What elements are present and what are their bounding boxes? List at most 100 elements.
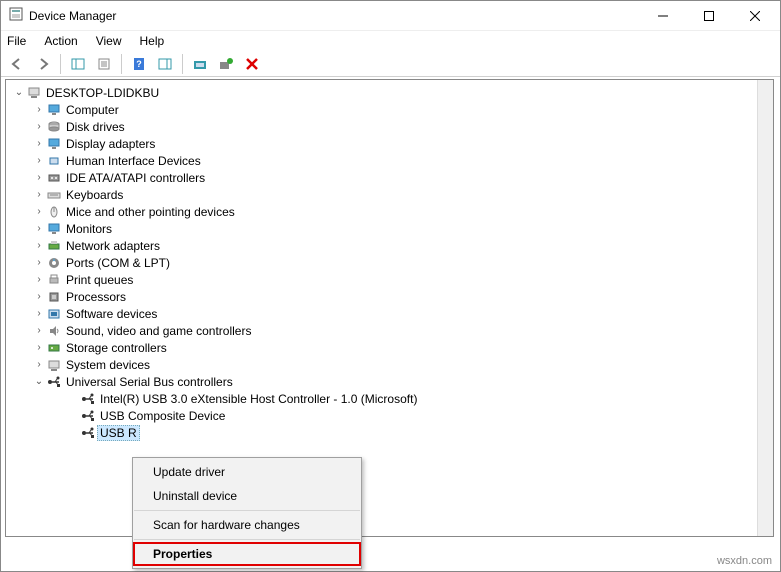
separator <box>134 539 360 540</box>
device-label: USB R <box>97 425 140 441</box>
category-label: Universal Serial Bus controllers <box>66 375 233 389</box>
category-label: System devices <box>66 358 150 372</box>
expander-icon[interactable]: › <box>32 172 46 183</box>
menu-action[interactable]: Action <box>44 34 77 48</box>
tree-category[interactable]: › Sound, video and game controllers <box>8 322 771 339</box>
context-properties[interactable]: Properties <box>133 542 361 566</box>
expander-icon[interactable]: ⌄ <box>12 87 26 98</box>
expander-icon[interactable]: › <box>32 240 46 251</box>
expander-icon[interactable]: › <box>32 223 46 234</box>
device-icon <box>46 340 62 356</box>
tree-category[interactable]: › Storage controllers <box>8 339 771 356</box>
expander-icon[interactable]: › <box>32 155 46 166</box>
separator <box>182 54 183 74</box>
tree-category[interactable]: › Mice and other pointing devices <box>8 203 771 220</box>
menu-view[interactable]: View <box>96 34 122 48</box>
tree-category[interactable]: › Disk drives <box>8 118 771 135</box>
window-title: Device Manager <box>29 9 116 23</box>
maximize-button[interactable] <box>686 1 732 31</box>
device-icon <box>46 289 62 305</box>
add-legacy-button[interactable] <box>214 53 238 75</box>
close-button[interactable] <box>732 1 778 31</box>
context-menu: Update driver Uninstall device Scan for … <box>132 457 362 569</box>
category-label: Disk drives <box>66 120 125 134</box>
tree-category[interactable]: › Print queues <box>8 271 771 288</box>
root-label: DESKTOP-LDIDKBU <box>46 86 159 100</box>
tree-category[interactable]: › IDE ATA/ATAPI controllers <box>8 169 771 186</box>
tree-device[interactable]: Intel(R) USB 3.0 eXtensible Host Control… <box>8 390 771 407</box>
action-pane-button[interactable] <box>153 53 177 75</box>
category-label: Human Interface Devices <box>66 154 201 168</box>
device-icon <box>46 204 62 220</box>
category-label: Print queues <box>66 273 133 287</box>
expander-icon[interactable]: › <box>32 121 46 132</box>
tree-device[interactable]: USB R <box>8 424 771 441</box>
category-label: Ports (COM & LPT) <box>66 256 170 270</box>
tree-category[interactable]: › Monitors <box>8 220 771 237</box>
context-update-driver[interactable]: Update driver <box>133 460 361 484</box>
toolbar: ? <box>1 51 780 77</box>
uninstall-button[interactable] <box>240 53 264 75</box>
device-icon <box>46 323 62 339</box>
tree-category[interactable]: › Software devices <box>8 305 771 322</box>
scan-hardware-button[interactable] <box>188 53 212 75</box>
category-label: Processors <box>66 290 126 304</box>
expander-icon[interactable]: › <box>32 291 46 302</box>
scrollbar[interactable] <box>757 79 774 537</box>
expander-icon[interactable]: › <box>32 274 46 285</box>
separator <box>134 510 360 511</box>
tree-category[interactable]: ⌄ Universal Serial Bus controllers <box>8 373 771 390</box>
tree-root[interactable]: ⌄ DESKTOP-LDIDKBU <box>8 84 771 101</box>
device-icon <box>46 357 62 373</box>
menubar: File Action View Help <box>1 31 780 51</box>
usb-icon <box>80 425 96 441</box>
separator <box>60 54 61 74</box>
tree-category[interactable]: › Network adapters <box>8 237 771 254</box>
expander-icon[interactable]: › <box>32 189 46 200</box>
tree-category[interactable]: › Display adapters <box>8 135 771 152</box>
category-label: Mice and other pointing devices <box>66 205 235 219</box>
separator <box>121 54 122 74</box>
watermark: wsxdn.com <box>717 555 772 567</box>
category-label: Keyboards <box>66 188 123 202</box>
category-label: Computer <box>66 103 119 117</box>
menu-file[interactable]: File <box>7 34 26 48</box>
device-icon <box>46 187 62 203</box>
expander-icon[interactable]: › <box>32 206 46 217</box>
help-button[interactable]: ? <box>127 53 151 75</box>
tree-category[interactable]: › Computer <box>8 101 771 118</box>
tree-category[interactable]: › System devices <box>8 356 771 373</box>
tree-category[interactable]: › Human Interface Devices <box>8 152 771 169</box>
device-icon <box>46 238 62 254</box>
forward-button[interactable] <box>31 53 55 75</box>
titlebar: Device Manager <box>1 1 780 31</box>
context-scan-hardware[interactable]: Scan for hardware changes <box>133 513 361 537</box>
back-button[interactable] <box>5 53 29 75</box>
tree-category[interactable]: › Keyboards <box>8 186 771 203</box>
category-label: Network adapters <box>66 239 160 253</box>
expander-icon[interactable]: › <box>32 342 46 353</box>
expander-icon[interactable]: › <box>32 359 46 370</box>
minimize-button[interactable] <box>640 1 686 31</box>
menu-help[interactable]: Help <box>140 34 165 48</box>
expander-icon[interactable]: › <box>32 308 46 319</box>
tree-category[interactable]: › Processors <box>8 288 771 305</box>
expander-icon[interactable]: › <box>32 104 46 115</box>
device-tree[interactable]: ⌄ DESKTOP-LDIDKBU › Computer› Disk drive… <box>5 79 774 537</box>
expander-icon[interactable]: › <box>32 325 46 336</box>
expander-icon[interactable]: › <box>32 257 46 268</box>
tree-device[interactable]: USB Composite Device <box>8 407 771 424</box>
device-icon <box>46 119 62 135</box>
device-icon <box>46 153 62 169</box>
properties-button[interactable] <box>92 53 116 75</box>
expander-icon[interactable]: › <box>32 138 46 149</box>
category-label: Display adapters <box>66 137 155 151</box>
device-icon <box>46 221 62 237</box>
device-icon <box>46 170 62 186</box>
usb-icon <box>80 391 96 407</box>
expander-icon[interactable]: ⌄ <box>32 376 46 387</box>
category-label: Monitors <box>66 222 112 236</box>
tree-category[interactable]: › Ports (COM & LPT) <box>8 254 771 271</box>
context-uninstall-device[interactable]: Uninstall device <box>133 484 361 508</box>
show-hide-console-button[interactable] <box>66 53 90 75</box>
